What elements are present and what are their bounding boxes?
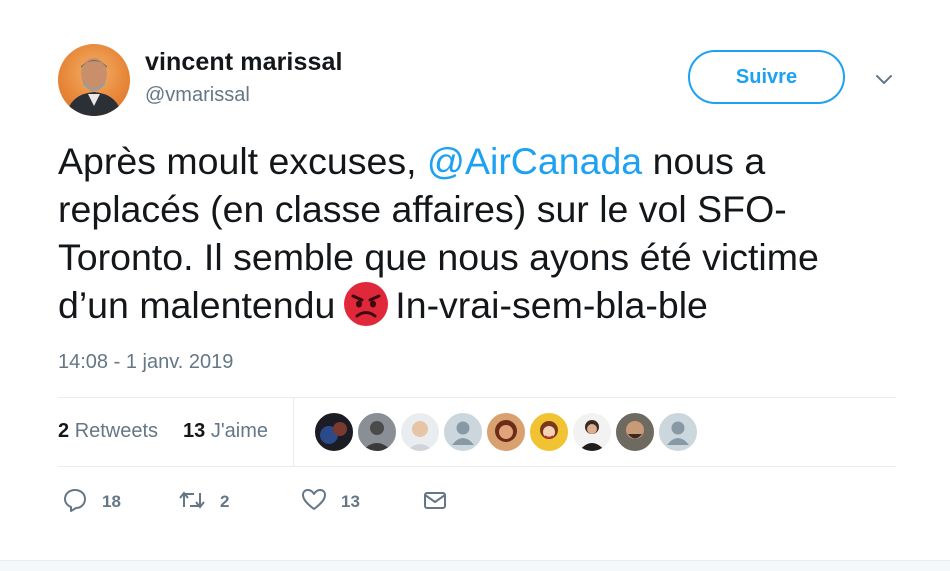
liker-avatar[interactable] — [486, 412, 526, 452]
tweet-card: vincent marissal @vmarissal Suivre Après… — [0, 0, 950, 571]
tweet-line-4: d’un malentendu In-vrai-sem-bla-ble — [58, 281, 918, 329]
like-button[interactable]: 13 — [301, 484, 360, 520]
user-handle[interactable]: @vmarissal — [145, 84, 250, 107]
liker-avatar[interactable] — [615, 412, 655, 452]
default-avatar-icon[interactable] — [443, 412, 483, 452]
bottom-strip — [0, 560, 950, 571]
retweets-stat[interactable]: 2 Retweets — [58, 420, 158, 443]
liker-avatar[interactable] — [357, 412, 397, 452]
heart-icon — [301, 487, 327, 518]
divider — [58, 466, 896, 467]
likes-stat[interactable]: 13 J'aime — [183, 420, 268, 443]
envelope-icon — [422, 487, 448, 518]
tweet-stats: 2 Retweets 13 J'aime — [58, 398, 896, 466]
follow-button[interactable]: Suivre — [688, 50, 845, 104]
tweet-line-3: Toronto. Il semble que nous ayons été vi… — [58, 236, 819, 278]
tweet-line-1: Après moult excuses, @AirCanada nous a — [58, 140, 766, 182]
reply-count: 18 — [102, 492, 121, 511]
retweet-icon — [178, 487, 206, 518]
tweet-text: Après moult excuses, @AirCanada nous a r… — [58, 137, 918, 329]
direct-message-button[interactable] — [422, 484, 448, 520]
stats-separator — [293, 398, 294, 466]
mention-link[interactable]: @AirCanada — [427, 140, 642, 182]
reply-icon — [62, 487, 88, 518]
liker-avatar[interactable] — [572, 412, 612, 452]
liker-avatar[interactable] — [314, 412, 354, 452]
liker-avatar[interactable] — [400, 412, 440, 452]
display-name[interactable]: vincent marissal — [145, 48, 343, 77]
liker-avatar[interactable] — [529, 412, 569, 452]
retweet-count: 2 — [220, 492, 230, 511]
reply-button[interactable]: 18 — [62, 484, 121, 520]
retweet-button[interactable]: 2 — [178, 484, 229, 520]
user-avatar[interactable] — [58, 44, 130, 116]
like-count: 13 — [341, 492, 360, 511]
angry-face-icon — [343, 281, 389, 327]
tweet-timestamp[interactable]: 14:08 - 1 janv. 2019 — [58, 351, 233, 374]
default-avatar-icon[interactable] — [658, 412, 698, 452]
tweet-line-2: replacés (en classe affaires) sur le vol… — [58, 188, 787, 230]
chevron-down-icon[interactable] — [873, 68, 895, 90]
